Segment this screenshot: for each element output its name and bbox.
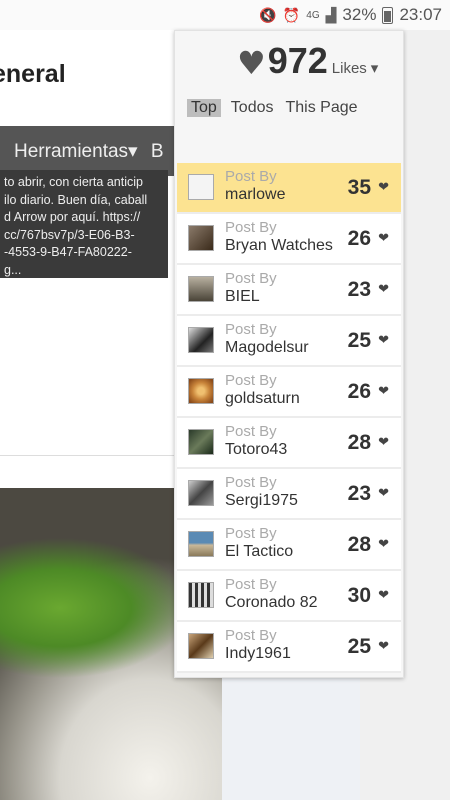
heart-icon: ❤ [378,639,389,654]
tooltip-line: cc/767bsv7p/3-E06-B3- [4,227,135,242]
author-name: Bryan Watches [225,237,333,254]
post-by-label: Post By [225,576,277,593]
like-count: 28 [347,533,371,556]
mute-icon: 🔇 [259,6,277,23]
heart-icon: ❤ [378,180,389,195]
chevron-down-icon: ▾ [128,141,138,162]
tab-this-page[interactable]: This Page [284,99,360,117]
tooltip-line: g... [4,262,22,277]
author-name: Coronado 82 [225,594,318,611]
avatar [188,225,214,251]
nav-bar: Herramientas▾ B [0,126,180,176]
post-by-label: Post By [225,627,277,644]
likes-list: Post By marlowe 35 ❤ Post By Bryan Watch… [177,163,401,673]
list-item[interactable]: Post By Bryan Watches 26 ❤ [177,214,401,265]
avatar [188,480,214,506]
signal-icon: ▟ [325,6,337,23]
avatar [188,531,214,557]
likes-header[interactable]: ♥ 972 Likes ▾ [237,40,379,82]
list-item[interactable]: Post By BIEL 23 ❤ [177,265,401,316]
like-count: 23 [347,278,371,301]
heart-icon: ❤ [378,537,389,552]
list-item[interactable]: Post By Sergi1975 23 ❤ [177,469,401,520]
list-item[interactable]: Post By marlowe 35 ❤ [177,163,401,214]
tab-top[interactable]: Top [187,99,221,117]
author-name: Indy1961 [225,645,291,662]
likes-total: 972 [267,40,328,81]
chevron-down-icon: ▾ [370,60,379,77]
avatar [188,429,214,455]
author-name: goldsaturn [225,390,300,407]
network-type: 4G [306,9,320,21]
battery-icon [382,6,394,24]
author-name: Magodelsur [225,339,309,356]
like-count: 23 [347,482,371,505]
avatar [188,327,214,353]
like-count: 28 [347,431,371,454]
alarm-icon: ⏰ [282,6,301,23]
avatar [188,276,214,302]
tab-todos[interactable]: Todos [229,99,276,117]
status-bar: 🔇 ⏰ 4G ▟ 32% 23:07 [0,0,450,30]
list-item[interactable]: Post By El Tactico 28 ❤ [177,520,401,571]
tooltip-line: ilo diario. Buen día, caball [4,192,148,207]
nav-next-item[interactable]: B [151,141,164,162]
heart-icon: ❤ [378,333,389,348]
battery-percent: 32% [342,5,377,24]
author-name: Sergi1975 [225,492,298,509]
post-by-label: Post By [225,321,277,338]
post-by-label: Post By [225,525,277,542]
page-title: eneral [0,60,66,88]
heart-icon: ❤ [378,384,389,399]
post-by-label: Post By [225,423,277,440]
avatar [188,174,214,200]
likes-panel: ♥ 972 Likes ▾ Top Todos This Page Post B… [174,30,404,678]
like-count: 26 [347,380,371,403]
post-by-label: Post By [225,219,277,236]
like-count: 25 [347,635,371,658]
nav-tools-menu[interactable]: Herramientas▾ B [14,140,164,163]
post-by-label: Post By [225,474,277,491]
list-item[interactable]: Post By Magodelsur 25 ❤ [177,316,401,367]
nav-tools-label: Herramientas [14,141,129,162]
post-preview-tooltip: to abrir, con cierta anticip ilo diario.… [0,170,168,278]
list-item[interactable]: Post By Coronado 82 30 ❤ [177,571,401,622]
heart-icon: ❤ [378,486,389,501]
likes-tabs: Top Todos This Page [187,99,360,117]
list-item[interactable]: Post By Totoro43 28 ❤ [177,418,401,469]
heart-icon: ❤ [378,435,389,450]
avatar [188,582,214,608]
tooltip-line: d Arrow por aquí. https:// [4,210,141,224]
author-name: El Tactico [225,543,294,560]
post-by-label: Post By [225,270,277,287]
like-count: 30 [347,584,371,607]
heart-icon: ♥ [237,44,266,82]
author-name: marlowe [225,186,286,203]
post-by-label: Post By [225,372,277,389]
avatar [188,633,214,659]
heart-icon: ❤ [378,231,389,246]
heart-icon: ❤ [378,282,389,297]
likes-label: Likes [331,60,367,77]
author-name: Totoro43 [225,441,288,458]
like-count: 35 [347,176,371,199]
like-count: 26 [347,227,371,250]
tooltip-line: to abrir, con cierta anticip [4,175,143,189]
status-icons: 🔇 ⏰ 4G ▟ 32% 23:07 [259,5,442,25]
list-item[interactable]: Post By goldsaturn 26 ❤ [177,367,401,418]
clock: 23:07 [399,5,442,24]
heart-icon: ❤ [378,588,389,603]
post-by-label: Post By [225,168,277,185]
like-count: 25 [347,329,371,352]
list-item[interactable]: Post By Indy1961 25 ❤ [177,622,401,673]
author-name: BIEL [225,288,260,305]
tooltip-line: -4553-9-B47-FA80222- [4,245,132,259]
avatar [188,378,214,404]
